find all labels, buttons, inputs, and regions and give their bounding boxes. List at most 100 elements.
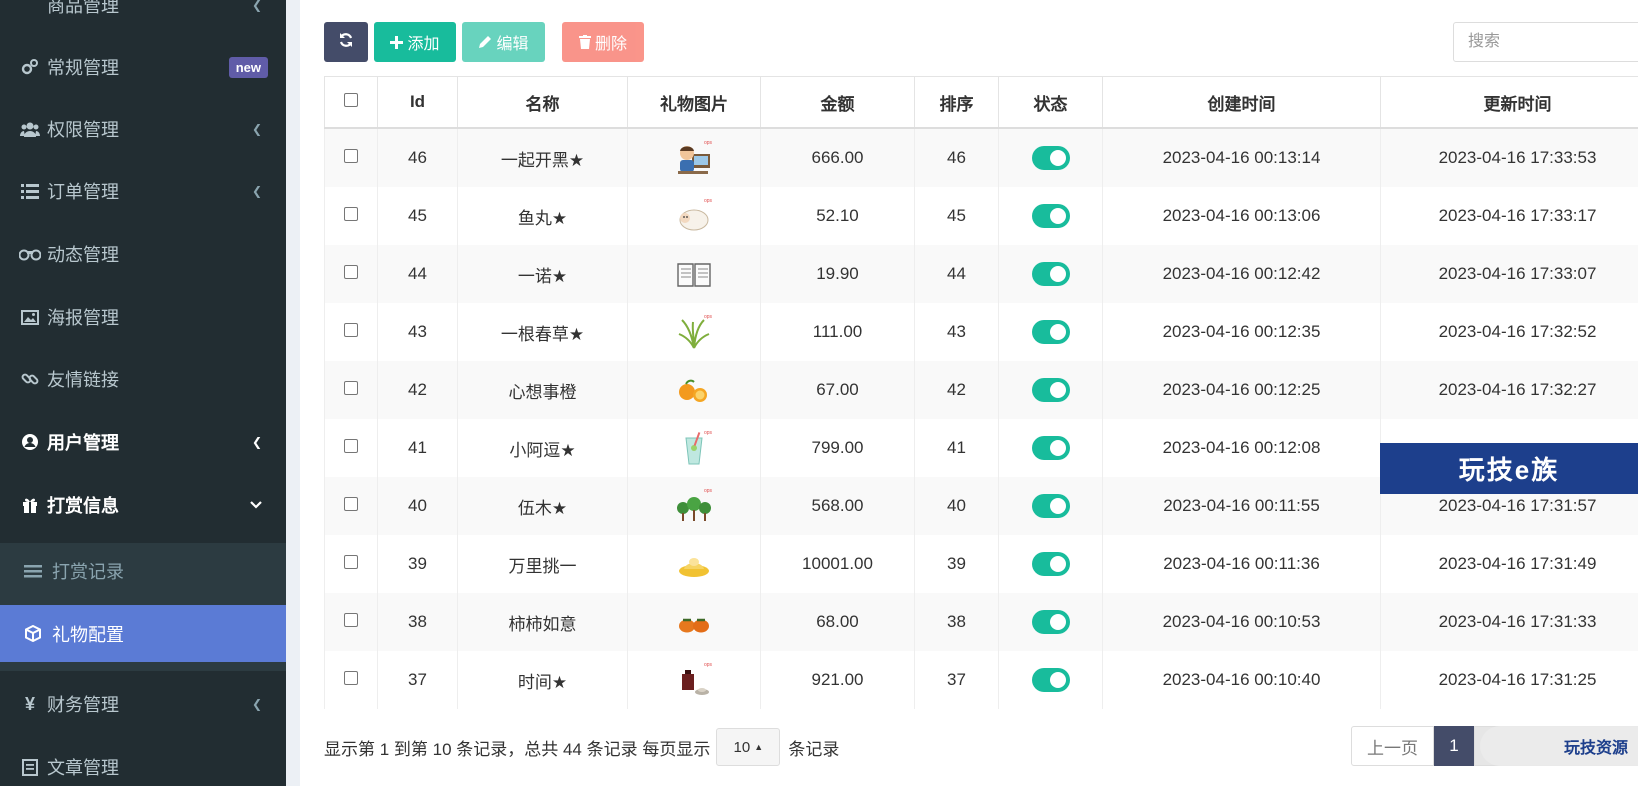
table-row[interactable]: 37 时间★ ops 921.00 37 2023-04-16 00:10:40 2023-… [324, 651, 1638, 709]
svg-text:ops: ops [704, 488, 713, 494]
column-header-updated[interactable]: 更新时间 [1380, 76, 1638, 129]
status-toggle[interactable] [1031, 146, 1070, 170]
row-checkbox[interactable] [344, 265, 358, 279]
row-checkbox[interactable] [344, 323, 358, 337]
page-size-dropdown[interactable]: 10 ▲ [716, 728, 781, 766]
cell-id: 44 [377, 245, 458, 303]
sidebar-item-finance[interactable]: ¥ 财务管理 ❮ [0, 678, 286, 730]
cell-updated: 2023-04-16 17:31:49 [1380, 535, 1638, 593]
cell-id: 39 [377, 535, 458, 593]
delete-button[interactable]: 删除 [562, 22, 644, 62]
cell-image: ops [627, 477, 761, 535]
cell-updated: 2023-04-16 17:32:27 [1380, 361, 1638, 419]
row-select-cell [324, 477, 378, 535]
row-checkbox[interactable] [344, 149, 358, 163]
cell-image [627, 245, 761, 303]
sidebar-item-orders[interactable]: 订单管理 ❮ [0, 165, 286, 217]
row-checkbox[interactable] [344, 555, 358, 569]
status-toggle[interactable] [1031, 378, 1070, 402]
cell-created: 2023-04-16 00:12:42 [1102, 245, 1381, 303]
status-toggle[interactable] [1031, 320, 1070, 344]
sidebar-item-gift-config[interactable]: 礼物配置 [0, 605, 286, 662]
persimmon-icon[interactable] [674, 611, 714, 633]
status-toggle[interactable] [1031, 494, 1070, 518]
cell-created: 2023-04-16 00:12:08 [1102, 419, 1381, 477]
svg-text:ops: ops [704, 140, 713, 146]
row-select-cell [324, 593, 378, 651]
drink-icon[interactable]: ops [674, 430, 714, 465]
sidebar-item-posters[interactable]: 海报管理 [0, 291, 286, 343]
search-input[interactable] [1453, 22, 1638, 62]
cell-sort: 37 [914, 651, 999, 709]
sidebar-item-rewards[interactable]: 打赏信息 [0, 479, 286, 531]
trees-icon[interactable]: ops [674, 488, 714, 521]
row-checkbox[interactable] [344, 671, 358, 685]
chevron-left-icon: ❮ [251, 184, 262, 198]
sidebar-item-label: 动态管理 [47, 245, 119, 265]
select-all-checkbox[interactable] [344, 93, 358, 107]
row-checkbox[interactable] [344, 439, 358, 453]
ingot-icon[interactable] [674, 553, 714, 577]
table-row[interactable]: 44 一诺★ 19.90 44 2023-04-16 00:12:42 2023-04-1… [324, 245, 1638, 303]
cell-amount: 921.00 [760, 651, 915, 709]
trash-icon [578, 35, 591, 49]
sidebar-item-goods[interactable]: 商品管理 ❮ [0, 0, 286, 31]
grass-icon[interactable]: ops [674, 314, 714, 349]
status-toggle[interactable] [1031, 552, 1070, 576]
gamer-icon[interactable]: ops [674, 140, 714, 174]
cell-amount: 52.10 [760, 187, 915, 245]
table-row[interactable]: 39 万里挑一 10001.00 39 2023-04-16 00:11:36 2023-… [324, 535, 1638, 593]
cell-id: 45 [377, 187, 458, 245]
prev-page-button[interactable]: 上一页 [1351, 726, 1434, 766]
column-header-amount[interactable]: 金额 [760, 76, 915, 129]
teapot-icon[interactable]: ops [674, 662, 714, 695]
row-checkbox[interactable] [344, 613, 358, 627]
sidebar-item-permissions[interactable]: 权限管理 ❮ [0, 103, 286, 155]
table-row[interactable]: 45 鱼丸★ ops 52.10 45 2023-04-16 00:13:06 2023-0… [324, 187, 1638, 245]
column-header-name[interactable]: 名称 [457, 76, 628, 129]
sidebar-item-users[interactable]: 用户管理 ❮ [0, 416, 286, 468]
pencil-icon [478, 35, 492, 49]
book-icon[interactable] [674, 263, 714, 287]
cell-updated: 2023-04-16 17:33:17 [1380, 187, 1638, 245]
status-toggle[interactable] [1031, 262, 1070, 286]
plus-icon [390, 35, 404, 49]
sidebar-item-links[interactable]: 友情链接 [0, 353, 286, 405]
edit-button-label: 编辑 [496, 36, 529, 53]
sidebar-item-general[interactable]: 常规管理 new [0, 41, 286, 93]
row-select-cell [324, 651, 378, 709]
sidebar-item-reward-records[interactable]: 打赏记录 [0, 545, 286, 597]
status-toggle[interactable] [1031, 436, 1070, 460]
edit-button[interactable]: 编辑 [462, 22, 545, 62]
user-circle-icon [19, 433, 41, 451]
page-1-button[interactable]: 1 [1434, 726, 1474, 766]
cell-sort: 46 [914, 128, 999, 187]
sidebar-item-label: 用户管理 [47, 433, 119, 453]
status-toggle[interactable] [1031, 204, 1070, 228]
status-toggle[interactable] [1031, 668, 1070, 692]
row-checkbox[interactable] [344, 381, 358, 395]
cell-name: 一根春草★ [457, 303, 628, 361]
sidebar-item-moments[interactable]: 动态管理 [0, 228, 286, 280]
table-row[interactable]: 43 一根春草★ ops 111.00 43 2023-04-16 00:12:35 202… [324, 303, 1638, 361]
table-header-row: Id 名称 礼物图片 金额 排序 状态 创建时间 更新时间 [324, 76, 1638, 129]
table-row[interactable]: 42 心想事橙 67.00 42 2023-04-16 00:12:25 2023-04-… [324, 361, 1638, 419]
row-checkbox[interactable] [344, 497, 358, 511]
cell-status [998, 128, 1103, 187]
cube-icon [22, 625, 44, 642]
cell-created: 2023-04-16 00:11:55 [1102, 477, 1381, 535]
table-row[interactable]: 38 柿柿如意 68.00 38 2023-04-16 00:10:53 2023-04-… [324, 593, 1638, 651]
status-toggle[interactable] [1031, 610, 1070, 634]
row-checkbox[interactable] [344, 207, 358, 221]
sheep-icon[interactable]: ops [674, 198, 714, 231]
column-header-created[interactable]: 创建时间 [1102, 76, 1381, 129]
refresh-button[interactable] [324, 22, 368, 62]
sidebar-item-articles[interactable]: 文章管理 [0, 741, 286, 786]
add-button[interactable]: 添加 [374, 22, 456, 62]
yen-icon: ¥ [24, 693, 35, 714]
column-header-status[interactable]: 状态 [998, 76, 1103, 129]
orange-icon[interactable] [674, 379, 714, 402]
column-header-id[interactable]: Id [377, 76, 458, 129]
column-header-sort[interactable]: 排序 [914, 76, 999, 129]
table-row[interactable]: 46 一起开黑★ ops 666.00 46 2023-04-16 00:13:14 202… [324, 128, 1638, 187]
